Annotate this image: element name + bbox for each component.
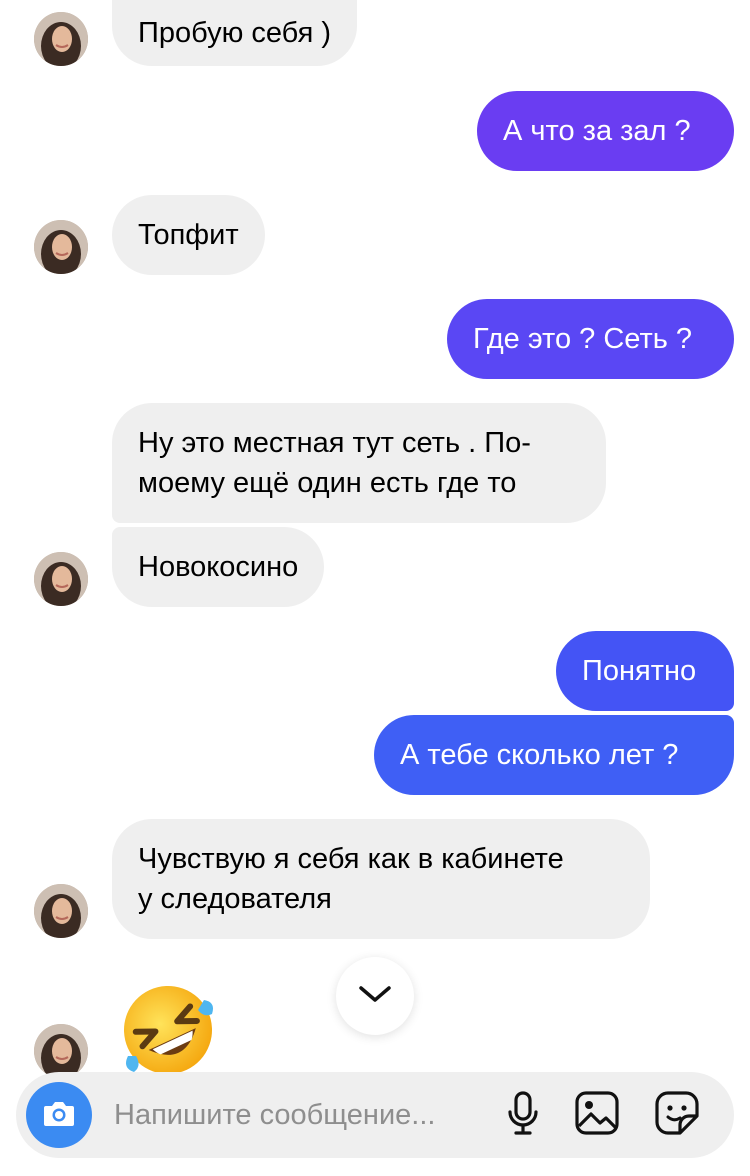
message-input[interactable]: [114, 1094, 484, 1136]
camera-button[interactable]: [26, 1082, 92, 1148]
sticker-button[interactable]: [654, 1090, 700, 1141]
microphone-button[interactable]: [500, 1090, 546, 1141]
avatar[interactable]: [34, 1024, 88, 1078]
message-text: Новокосино: [138, 551, 299, 583]
message-text-line: моему ещё один есть где то: [138, 467, 517, 499]
message-text-line: Чувствую я себя как в кабинете: [138, 843, 564, 875]
message-text: Топфит: [138, 219, 239, 251]
scroll-to-bottom-button[interactable]: [336, 957, 414, 1035]
message-text: Где это ? Сеть ?: [473, 323, 693, 355]
message-composer: [16, 1072, 734, 1158]
message-bubble-outgoing[interactable]: А что за зал ?: [477, 91, 734, 171]
sticker-icon: [654, 1090, 700, 1141]
camera-icon: [42, 1098, 76, 1133]
message-text-line: Ну это местная тут сеть . По-: [138, 427, 531, 459]
message-bubble-outgoing[interactable]: Понятно: [556, 631, 734, 711]
gallery-button[interactable]: [574, 1090, 620, 1141]
message-text-line: у следователя: [138, 883, 332, 915]
chevron-down-icon: [355, 982, 395, 1011]
message-bubble-incoming[interactable]: Чувствую я себя как в кабинете у следова…: [112, 819, 650, 939]
avatar[interactable]: [34, 552, 88, 606]
avatar[interactable]: [34, 884, 88, 938]
rolling-on-floor-laughing-icon[interactable]: [116, 978, 220, 1078]
avatar[interactable]: [34, 12, 88, 66]
microphone-icon: [505, 1090, 541, 1141]
message-bubble-outgoing[interactable]: Где это ? Сеть ?: [447, 299, 734, 379]
message-bubble-outgoing[interactable]: А тебе сколько лет ?: [374, 715, 734, 795]
message-bubble-incoming[interactable]: Ну это местная тут сеть . По- моему ещё …: [112, 403, 606, 523]
gallery-icon: [574, 1090, 620, 1141]
message-text: Понятно: [582, 655, 697, 687]
message-bubble-incoming[interactable]: Новокосино: [112, 527, 325, 607]
message-text: Пробую себя ): [138, 17, 332, 49]
message-bubble-incoming[interactable]: Пробую себя ): [112, 0, 358, 66]
message-text: А тебе сколько лет ?: [400, 739, 679, 771]
message-text: А что за зал ?: [503, 115, 691, 147]
avatar[interactable]: [34, 220, 88, 274]
message-bubble-incoming[interactable]: Топфит: [112, 195, 265, 275]
